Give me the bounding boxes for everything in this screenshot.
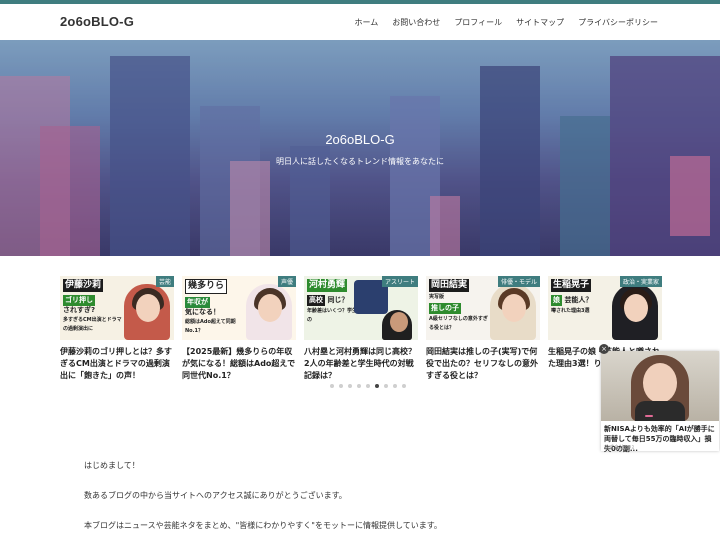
slider-dot[interactable]	[393, 384, 397, 388]
category-badge[interactable]: 声優	[277, 276, 296, 287]
card-thumbnail[interactable]: 岡田結実 実写版 推しの子 A級セリフなしの意外すぎる役とは？ 俳優・モデル	[426, 276, 540, 340]
floating-ad[interactable]: × 新NISAよりも効率的「AIが勝手に両替して毎日55万の臨時収入」損失0の副…	[599, 344, 719, 453]
thumbnail-caption: 生稲晃子 娘 芸能人？ 噂された理由3選	[551, 279, 593, 314]
card-title[interactable]: 【2025最新】幾多りらの年収が気になる！総額はAdo超えで同世代No.1？	[182, 346, 296, 382]
slider-dot[interactable]	[339, 384, 343, 388]
slider-dot[interactable]	[348, 384, 352, 388]
thumbnail-caption: 幾多りら 年収が 気になる！ 総額はAdo超えて同期No.1？	[185, 279, 236, 334]
nav-contact[interactable]: お問い合わせ	[392, 17, 440, 28]
ad-badge	[645, 415, 653, 417]
category-badge[interactable]: 政治・実業家	[619, 276, 662, 287]
site-logo[interactable]: 2o6oBLO-G	[60, 14, 134, 29]
hero-banner: 2o6oBLO-G 明日人に話したくなるトレンド情報をあなたに	[0, 40, 720, 256]
category-badge[interactable]: アスリート	[381, 276, 418, 287]
slider-dot[interactable]	[384, 384, 388, 388]
nav-sitemap[interactable]: サイトマップ	[516, 17, 564, 28]
thumbnail-caption: 岡田結実 実写版 推しの子 A級セリフなしの意外すぎる役とは？	[429, 279, 488, 331]
hero-subtitle: 明日人に話したくなるトレンド情報をあなたに	[276, 157, 444, 166]
card-title[interactable]: 岡田結実は推しの子(実写)で何役で出たの？セリフなしの意外すぎる役とは？	[426, 346, 540, 382]
hero-title: 2o6oBLO-G	[325, 132, 395, 147]
slider-card[interactable]: 伊藤沙莉 ゴリ押し されすぎ? 多すぎるCM出演とドラマの過剰演出に 芸能 伊藤…	[60, 276, 174, 382]
category-badge[interactable]: 芸能	[155, 276, 174, 287]
category-badge[interactable]: 俳優・モデル	[497, 276, 540, 287]
slider-pagination	[330, 384, 406, 388]
slider-dot[interactable]	[375, 384, 379, 388]
card-thumbnail[interactable]: 河村勇輝 高校 同じ？ 年齢差はいくつ？学生時代の アスリート	[304, 276, 418, 340]
slider-card[interactable]: 岡田結実 実写版 推しの子 A級セリフなしの意外すぎる役とは？ 俳優・モデル 岡…	[426, 276, 540, 382]
card-title[interactable]: 八村塁と河村勇輝は同じ高校？2人の年齢差と学生時代の対戦記録は？	[304, 346, 418, 382]
nav-home[interactable]: ホーム	[355, 17, 379, 28]
slider-dot[interactable]	[366, 384, 370, 388]
ad-image[interactable]	[601, 351, 719, 421]
slider-dot[interactable]	[357, 384, 361, 388]
slider-dot[interactable]	[402, 384, 406, 388]
main-nav: ホーム お問い合わせ プロフィール サイトマップ プライバシーポリシー	[355, 17, 658, 28]
slider-dot[interactable]	[330, 384, 334, 388]
thumbnail-caption: 伊藤沙莉 ゴリ押し されすぎ? 多すぎるCM出演とドラマの過剰演出に	[63, 279, 122, 332]
intro-line: はじめまして！	[84, 461, 140, 470]
card-thumbnail[interactable]: 生稲晃子 娘 芸能人？ 噂された理由3選 政治・実業家	[548, 276, 662, 340]
featured-slider: 伊藤沙莉 ゴリ押し されすぎ? 多すぎるCM出演とドラマの過剰演出に 芸能 伊藤…	[60, 276, 662, 396]
card-thumbnail[interactable]: 伊藤沙莉 ゴリ押し されすぎ? 多すぎるCM出演とドラマの過剰演出に 芸能	[60, 276, 174, 340]
ad-source: 株式会社ｸﾛﾉｽ	[604, 445, 635, 451]
card-thumbnail[interactable]: 幾多りら 年収が 気になる！ 総額はAdo超えて同期No.1？ 声優	[182, 276, 296, 340]
slider-card[interactable]: 河村勇輝 高校 同じ？ 年齢差はいくつ？学生時代の アスリート 八村塁と河村勇輝…	[304, 276, 418, 382]
nav-privacy-policy[interactable]: プライバシーポリシー	[578, 17, 658, 28]
intro-line: 数あるブログの中から当サイトへのアクセス誠にありがとうございます。	[84, 491, 347, 500]
site-header: 2o6oBLO-G ホーム お問い合わせ プロフィール サイトマップ プライバシ…	[0, 4, 720, 40]
hero-overlay	[0, 40, 720, 256]
card-title[interactable]: 伊藤沙莉のゴリ押しとは？多すぎるCM出演とドラマの過剰演出に「飽きた」の声！	[60, 346, 174, 382]
slider-card[interactable]: 幾多りら 年収が 気になる！ 総額はAdo超えて同期No.1？ 声優 【2025…	[182, 276, 296, 382]
intro-line: 本ブログはニュースや芸能ネタをまとめ、"皆様にわかりやすく"をモットーに情報提供…	[84, 521, 442, 530]
nav-profile[interactable]: プロフィール	[454, 17, 502, 28]
close-icon[interactable]: ×	[599, 344, 609, 354]
